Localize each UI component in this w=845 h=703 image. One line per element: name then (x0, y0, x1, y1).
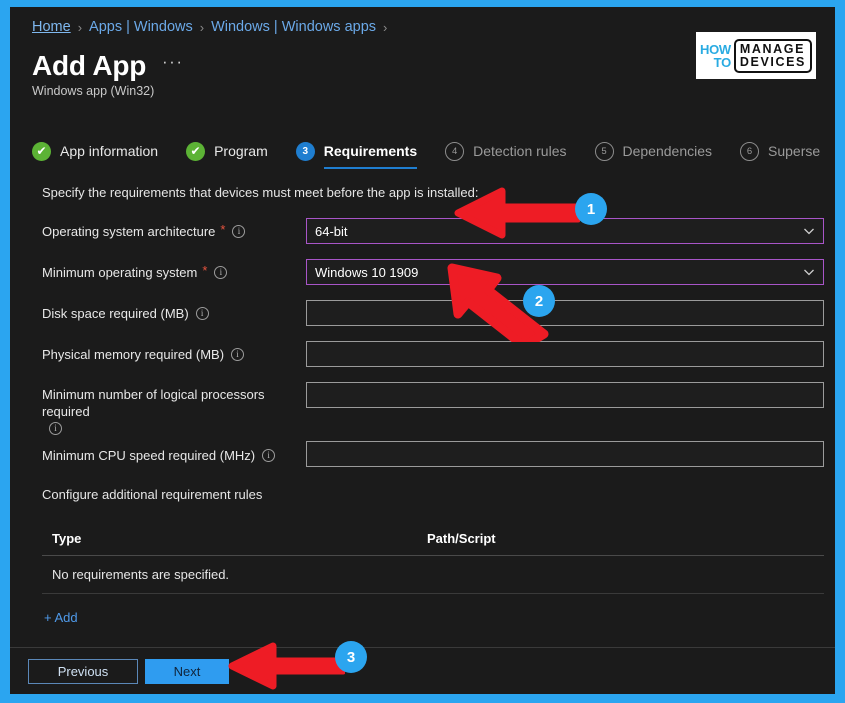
required-asterisk: * (220, 222, 226, 237)
breadcrumb-item-home[interactable]: Home (32, 19, 71, 35)
logo-manage-text: MANAGE (739, 41, 806, 56)
howtomanagedevices-logo: HOW TO MANAGE DEVICES (696, 32, 816, 79)
empty-state-message: No requirements are specified. (52, 567, 230, 582)
tab-supersedence[interactable]: 6 Superse (740, 133, 820, 169)
info-icon[interactable]: i (262, 449, 276, 462)
label-disk-space-required: Disk space required (MB) i (42, 305, 292, 322)
input-minimum-logical-processors[interactable] (306, 382, 824, 408)
table-header-row: Type Path/Script (42, 527, 824, 556)
dropdown-value: 64-bit (315, 223, 348, 239)
requirements-intro-text: Specify the requirements that devices mu… (42, 185, 479, 200)
breadcrumb-separator-icon: › (77, 19, 83, 35)
breadcrumb-item-apps-windows[interactable]: Apps | Windows (89, 19, 193, 35)
step-number-badge: 3 (295, 141, 315, 161)
step-number-badge: 4 (445, 141, 465, 161)
annotation-badge-number: 1 (586, 200, 596, 218)
tab-label: App information (60, 143, 159, 159)
label-operating-system-architecture: Operating system architecture * i (42, 223, 292, 240)
check-icon: ✔ (32, 141, 51, 161)
chevron-down-icon (804, 269, 814, 276)
step-number-badge: 5 (594, 141, 614, 161)
annotation-badge-1: 1 (575, 193, 607, 225)
tab-detection-rules[interactable]: 4 Detection rules (445, 133, 567, 169)
next-button[interactable]: Next (145, 659, 229, 684)
annotation-badge-2: 2 (523, 285, 555, 317)
previous-button[interactable]: Previous (28, 659, 138, 684)
step-number-badge: 6 (740, 141, 760, 161)
breadcrumb-separator-icon: › (199, 19, 205, 35)
input-minimum-cpu-speed[interactable] (306, 441, 824, 467)
tab-label: Superse (768, 143, 821, 159)
page-title: Add App (32, 50, 147, 81)
tab-label: Requirements (323, 143, 418, 159)
logo-devices-text: DEVICES (739, 55, 806, 69)
logo-how-text: HOW (700, 41, 731, 57)
info-icon[interactable]: i (231, 348, 245, 361)
annotation-badge-number: 2 (534, 292, 544, 310)
column-header-path-script: Path/Script (427, 531, 496, 546)
page-subtitle: Windows app (Win32) (32, 84, 155, 98)
azure-portal-blade: Home › Apps | Windows › Windows | Window… (10, 7, 835, 694)
dropdown-value: Windows 10 1909 (315, 264, 419, 280)
label-minimum-operating-system: Minimum operating system * i (42, 264, 292, 281)
table-row: No requirements are specified. (42, 556, 824, 594)
tab-app-information[interactable]: ✔ App information (32, 133, 158, 169)
annotation-badge-number: 3 (346, 648, 356, 666)
required-asterisk: * (202, 263, 208, 278)
dropdown-operating-system-architecture[interactable]: 64-bit (306, 218, 824, 244)
requirement-rules-table: Type Path/Script No requirements are spe… (42, 527, 824, 594)
label-physical-memory-required: Physical memory required (MB) i (42, 346, 292, 363)
breadcrumb-item-windows-apps[interactable]: Windows | Windows apps (211, 19, 376, 35)
tab-dependencies[interactable]: 5 Dependencies (594, 133, 713, 169)
tab-label: Dependencies (622, 143, 713, 159)
info-icon[interactable]: i (49, 422, 62, 435)
check-icon: ✔ (186, 141, 206, 161)
info-icon[interactable]: i (232, 225, 246, 238)
screenshot-frame: Home › Apps | Windows › Windows | Window… (0, 0, 845, 703)
breadcrumb-separator-icon: › (383, 19, 388, 35)
dropdown-minimum-operating-system[interactable]: Windows 10 1909 (306, 259, 824, 285)
tab-requirements[interactable]: 3 Requirements (295, 133, 418, 169)
label-minimum-logical-processors: Minimum number of logical processors req… (42, 387, 265, 435)
logo-to-text: TO (713, 54, 732, 70)
more-options-ellipsis-icon[interactable]: ··· (162, 53, 183, 70)
configure-additional-rules-label: Configure additional requirement rules (42, 487, 263, 502)
column-header-type: Type (52, 531, 82, 546)
input-disk-space-required[interactable] (306, 300, 824, 326)
wizard-footer: Previous Next (10, 648, 835, 694)
tab-program[interactable]: ✔ Program (186, 133, 268, 169)
input-physical-memory-required[interactable] (306, 341, 824, 367)
tab-label: Detection rules (473, 143, 567, 159)
info-icon[interactable]: i (195, 307, 209, 320)
chevron-down-icon (804, 228, 814, 235)
info-icon[interactable]: i (214, 266, 228, 279)
breadcrumb: Home › Apps | Windows › Windows | Window… (32, 19, 394, 35)
annotation-badge-3: 3 (335, 641, 367, 673)
label-minimum-cpu-speed: Minimum CPU speed required (MHz) i (42, 447, 292, 464)
add-requirement-rule-link[interactable]: + Add (44, 610, 78, 625)
tab-label: Program (214, 143, 268, 159)
wizard-step-tabs: ✔ App information ✔ Program 3 Requiremen… (32, 133, 835, 173)
